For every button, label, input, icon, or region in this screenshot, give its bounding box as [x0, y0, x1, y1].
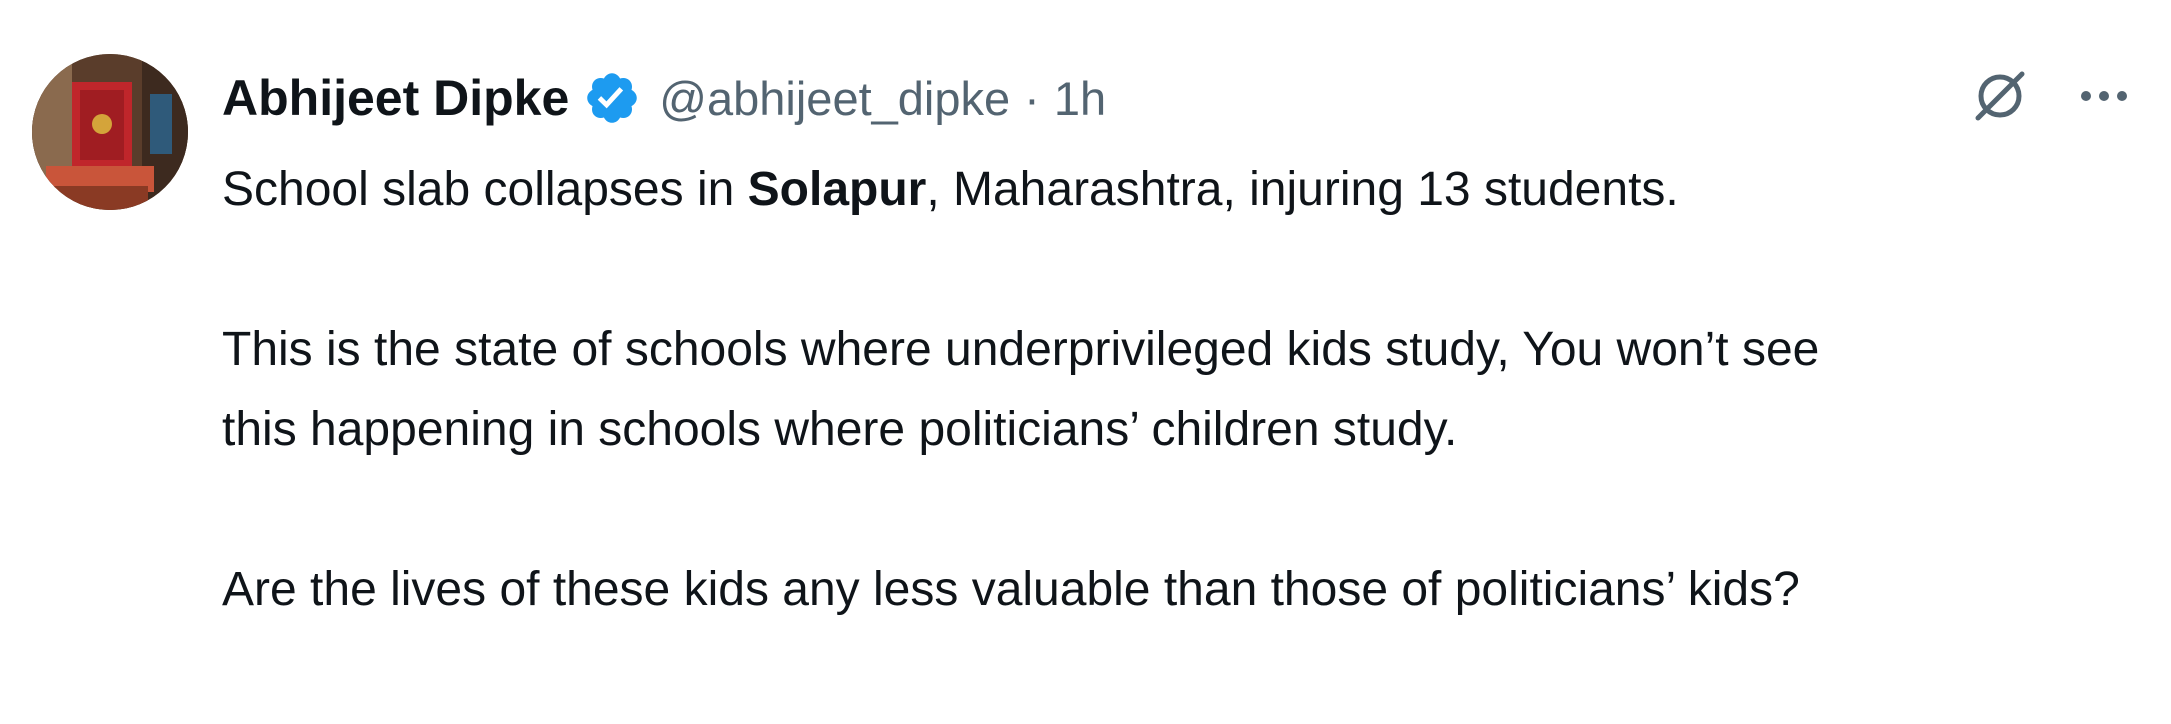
- tweet-text-line-2: This is the state of schools where under…: [222, 323, 1820, 376]
- tweet-text: School slab collapses in Solapur, Mahara…: [222, 150, 2152, 630]
- verified-badge-icon[interactable]: [583, 69, 641, 127]
- tweet-text-segment: , Maharashtra, injuring 13 students.: [926, 163, 1679, 216]
- location-highlight: Solapur: [747, 163, 927, 216]
- more-options-icon: [2081, 91, 2127, 101]
- more-options-button[interactable]: [2068, 60, 2140, 132]
- grok-icon: [1975, 71, 2025, 121]
- header-separator: ·: [1024, 71, 1040, 125]
- author-handle[interactable]: @abhijeet_dipke: [659, 71, 1010, 126]
- author-avatar[interactable]: [32, 54, 188, 210]
- tweet-text-line-4: Are the lives of these kids any less val…: [222, 563, 1800, 616]
- tweet-card[interactable]: Abhijeet Dipke @abhijeet_dipke · 1h Scho…: [0, 0, 2171, 724]
- tweet-text-line-1: School slab collapses in Solapur, Mahara…: [222, 150, 2152, 230]
- tweet-header: Abhijeet Dipke @abhijeet_dipke · 1h: [222, 58, 1106, 138]
- avatar-photo-icon: [32, 54, 188, 210]
- tweet-text-line-3: this happening in schools where politici…: [222, 403, 1458, 456]
- author-display-name[interactable]: Abhijeet Dipke: [222, 69, 569, 127]
- tweet-text-segment: School slab collapses in: [222, 163, 748, 216]
- tweet-timestamp[interactable]: 1h: [1054, 71, 1106, 126]
- grok-button[interactable]: [1964, 60, 2036, 132]
